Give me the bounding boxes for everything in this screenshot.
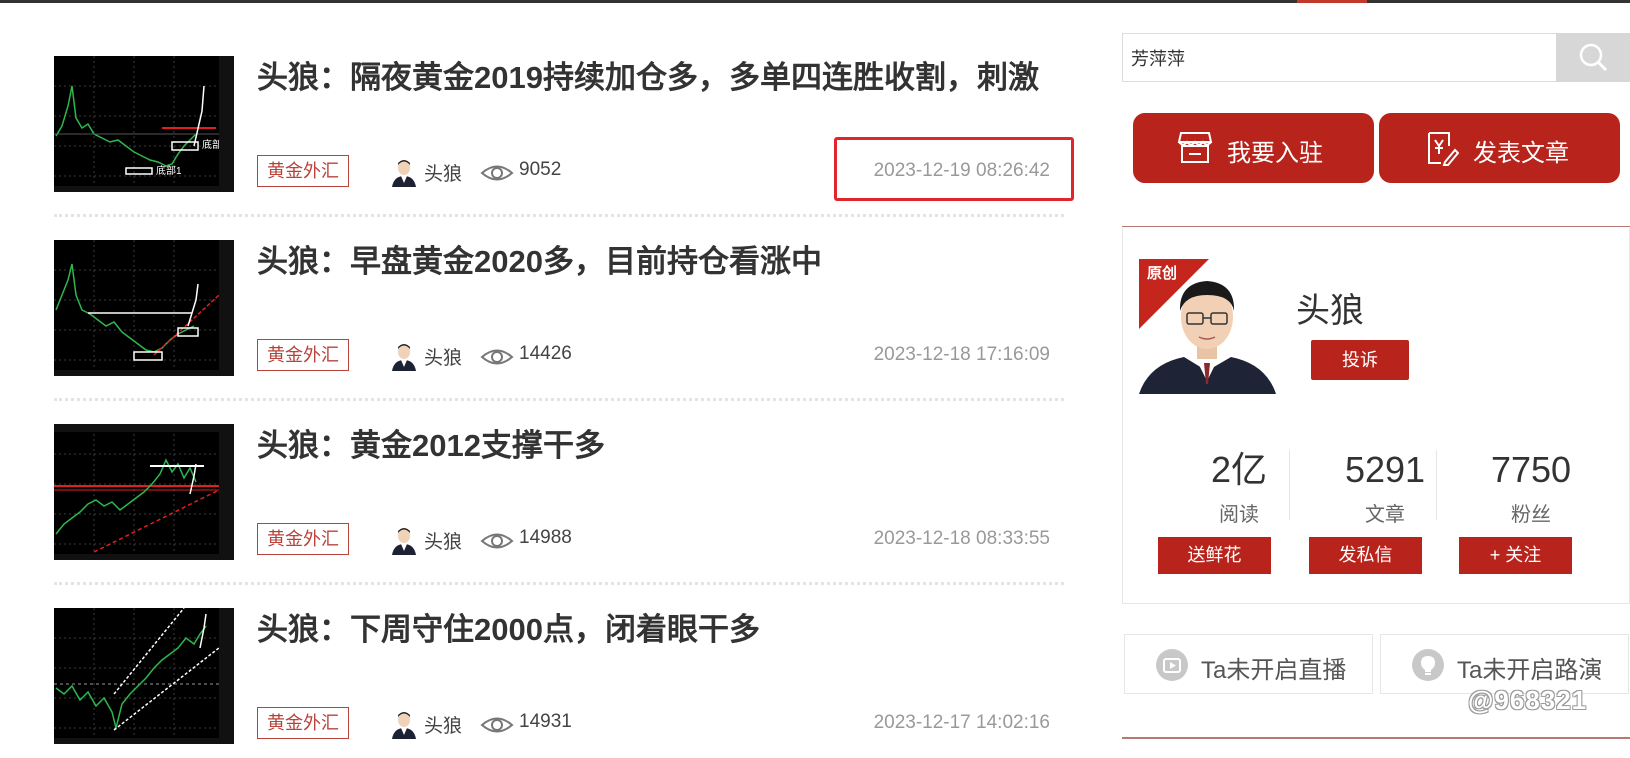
follow-button[interactable]: + 关注	[1459, 537, 1572, 574]
stat-value: 2亿	[1210, 449, 1268, 490]
stat-label: 文章	[1365, 504, 1405, 526]
join-label: 我要入驻	[1227, 140, 1323, 167]
search-box	[1122, 33, 1630, 82]
publish-article-button[interactable]: 发表文章	[1379, 113, 1620, 183]
category-tag[interactable]: 黄金外汇	[257, 155, 349, 187]
publish-datetime: 2023-12-18 08:33:55	[873, 528, 1050, 549]
author-avatar	[390, 157, 418, 187]
view-count: 9052	[519, 159, 562, 180]
author-name[interactable]: 头狼	[424, 711, 462, 738]
article-title[interactable]: 头狼：隔夜黄金2019持续加仓多，多单四连胜收割，刺激	[257, 52, 1057, 97]
play-icon	[1156, 649, 1188, 681]
stat-value: 7750	[1490, 449, 1572, 490]
search-icon	[1579, 43, 1608, 72]
publish-datetime: 2023-12-17 14:02:16	[873, 712, 1050, 733]
article-divider	[54, 214, 1064, 217]
author-name[interactable]: 头狼	[424, 159, 462, 186]
article-thumbnail[interactable]	[54, 240, 234, 376]
live-stream-button[interactable]: Ta未开启直播	[1124, 634, 1373, 694]
article-title[interactable]: 头狼：早盘黄金2020多，目前持仓看涨中	[257, 236, 1057, 281]
thumb-label-bottom1: 底部1	[156, 164, 182, 177]
edit-document-icon	[1428, 132, 1459, 166]
category-tag[interactable]: 黄金外汇	[257, 523, 349, 555]
eye-icon	[480, 349, 514, 365]
author-avatar	[390, 709, 418, 739]
sidebar-divider	[1122, 226, 1630, 227]
author-name[interactable]: 头狼	[424, 527, 462, 554]
report-button[interactable]: 投诉	[1311, 340, 1409, 380]
view-count: 14426	[519, 343, 572, 364]
eye-icon	[480, 165, 514, 181]
search-input[interactable]	[1131, 46, 1531, 70]
search-button[interactable]	[1556, 33, 1630, 82]
shop-icon	[1177, 132, 1213, 163]
article-thumbnail[interactable]	[54, 424, 234, 560]
stat-label: 粉丝	[1511, 504, 1551, 526]
category-tag[interactable]: 黄金外汇	[257, 339, 349, 371]
publish-label: 发表文章	[1473, 140, 1569, 167]
author-avatar	[390, 341, 418, 371]
eye-icon	[480, 533, 514, 549]
view-count: 14931	[519, 711, 572, 732]
author-profile-card: 原创 头狼 投诉 2亿 阅读 5291 文章 7750 粉丝 送鲜花 发私信 +…	[1122, 228, 1630, 604]
send-flower-button[interactable]: 送鲜花	[1158, 537, 1271, 574]
article-title[interactable]: 头狼：黄金2012支撑干多	[257, 420, 1057, 465]
stat-separator	[1289, 450, 1290, 520]
roadshow-label: Ta未开启路演	[1457, 657, 1603, 684]
article-thumbnail[interactable]	[54, 608, 234, 744]
publish-datetime: 2023-12-18 17:16:09	[873, 344, 1050, 365]
live-stream-label: Ta未开启直播	[1201, 657, 1347, 684]
article-divider	[54, 398, 1064, 401]
stat-reads: 2亿 阅读	[1164, 450, 1314, 527]
datetime-highlight-box	[834, 137, 1074, 201]
private-message-button[interactable]: 发私信	[1309, 537, 1422, 574]
article-thumbnail[interactable]: 底部2 底部1	[54, 56, 234, 192]
sidebar-bottom-divider	[1122, 737, 1630, 739]
top-border	[0, 0, 1630, 3]
eye-icon	[480, 717, 514, 733]
join-button[interactable]: 我要入驻	[1133, 113, 1374, 183]
article-title[interactable]: 头狼：下周守住2000点，闭着眼干多	[257, 604, 1057, 649]
stat-value: 5291	[1344, 449, 1426, 490]
article-item[interactable]: 头狼：早盘黄金2020多，目前持仓看涨中 黄金外汇 头狼 14426 2023-…	[54, 240, 1064, 401]
original-badge-label: 原创	[1147, 265, 1178, 282]
stat-fans: 7750 粉丝	[1456, 450, 1606, 527]
category-tag[interactable]: 黄金外汇	[257, 707, 349, 739]
top-border-accent	[1297, 0, 1367, 3]
profile-name[interactable]: 头狼	[1296, 283, 1364, 332]
author-name[interactable]: 头狼	[424, 343, 462, 370]
stat-label: 阅读	[1219, 504, 1259, 526]
article-divider	[54, 582, 1064, 585]
lightbulb-icon	[1412, 649, 1444, 681]
view-count: 14988	[519, 527, 572, 548]
watermark: @968321	[1468, 685, 1588, 715]
stat-separator	[1436, 450, 1437, 520]
author-avatar	[390, 525, 418, 555]
article-item[interactable]: 头狼：下周守住2000点，闭着眼干多 黄金外汇 头狼 14931 2023-12…	[54, 608, 1064, 758]
article-item[interactable]: 头狼：黄金2012支撑干多 黄金外汇 头狼 14988 2023-12-18 0…	[54, 424, 1064, 585]
stat-articles: 5291 文章	[1310, 450, 1460, 527]
